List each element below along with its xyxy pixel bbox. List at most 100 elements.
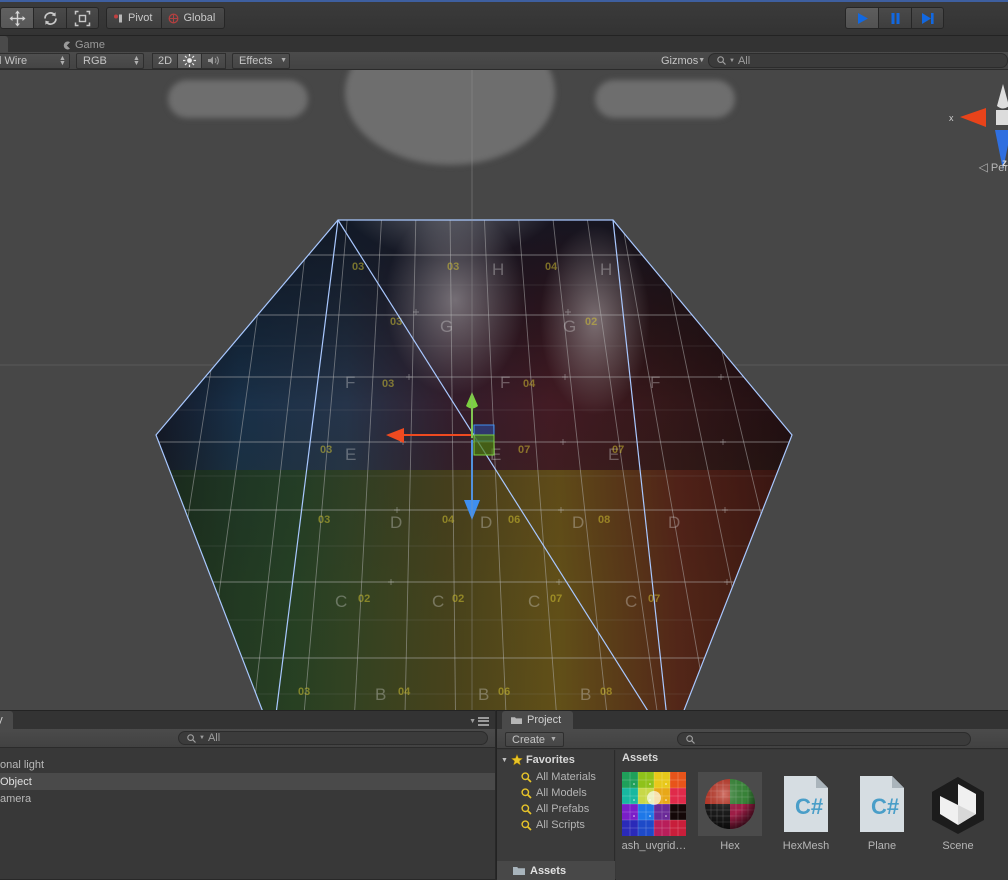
asset-item-scene[interactable]: Scene [926, 772, 990, 852]
favorites-header[interactable]: ▼ Favorites [501, 752, 575, 768]
svg-text:03: 03 [320, 444, 332, 456]
favorite-label-3: All Prefabs [536, 803, 589, 815]
chevron-down-icon-3: ▼ [469, 718, 476, 725]
create-button[interactable]: Create ▼ [505, 732, 564, 747]
scene-search-input[interactable]: ▼ All [708, 53, 1008, 68]
rect-transform-icon [74, 10, 91, 27]
rect-tool-button[interactable] [66, 7, 99, 29]
svg-text:F: F [345, 373, 355, 392]
favorite-label: All Materials [536, 771, 596, 783]
svg-text:C#: C# [795, 794, 823, 819]
svg-text:B: B [580, 685, 591, 704]
hierarchy-item-directional-light[interactable]: onal light [0, 756, 495, 773]
toggle-2d-label: 2D [158, 55, 172, 67]
tree-item-assets[interactable]: Assets [497, 861, 615, 880]
transform-tool-group [0, 7, 99, 29]
svg-text:07: 07 [612, 444, 624, 456]
project-assets-area[interactable]: Assets [616, 750, 1008, 880]
hierarchy-search-input[interactable]: ▼ All [178, 731, 488, 745]
chevron-down-icon-2: ▼ [698, 57, 705, 64]
svg-text:D: D [480, 513, 492, 532]
draw-mode-label: RGB [83, 55, 107, 67]
assets-tree-label: Assets [530, 865, 566, 877]
perspective-text: Per [991, 162, 1008, 174]
play-button[interactable] [845, 7, 878, 29]
asset-item-hexmesh[interactable]: C# HexMesh [774, 772, 838, 852]
svg-text:04: 04 [523, 378, 536, 390]
rotate-icon [42, 10, 59, 27]
svg-text:H: H [492, 260, 504, 279]
favorite-all-scripts[interactable]: All Scripts [521, 817, 585, 833]
asset-grid: ash_uvgrid… [622, 772, 990, 852]
svg-text:03: 03 [382, 378, 394, 390]
hierarchy-tab-row: rchy ▼ [0, 711, 495, 729]
svg-text:07: 07 [550, 593, 562, 605]
hamburger-icon [478, 715, 489, 727]
unity-scene-thumbnail [926, 772, 990, 836]
rotate-tool-button[interactable] [33, 7, 66, 29]
project-search-input[interactable] [677, 732, 971, 746]
favorite-label-2: All Models [536, 787, 587, 799]
asset-item-hex[interactable]: Hex [698, 772, 762, 852]
tab-project[interactable]: Project [502, 711, 573, 729]
tab-game-label: Game [75, 39, 105, 51]
star-icon [511, 754, 523, 766]
tab-hierarchy[interactable]: rchy [0, 711, 13, 729]
scene-search-text: All [738, 55, 750, 67]
search-icon [717, 56, 726, 65]
asset-item-uvgrid[interactable]: ash_uvgrid… [622, 772, 686, 852]
hierarchy-item-main-camera[interactable]: amera [0, 790, 495, 807]
gizmo-center-cube [996, 110, 1008, 125]
gizmo-y-cone [997, 84, 1008, 109]
hierarchy-options-menu[interactable]: ▼ [469, 715, 489, 727]
svg-text:D: D [572, 513, 584, 532]
favorite-all-prefabs[interactable]: All Prefabs [521, 801, 589, 817]
scene-view[interactable]: HH GG FFF EEE DDDD CCCC BBB 030304 0302 … [0, 70, 1008, 710]
triangle-down-icon: ▼ [501, 757, 508, 764]
pivot-button[interactable]: Pivot [106, 7, 161, 29]
favorites-label: Favorites [526, 754, 575, 766]
project-toolbar: Create ▼ [497, 729, 1008, 749]
favorite-all-materials[interactable]: All Materials [521, 769, 596, 785]
assets-header: Assets [622, 752, 658, 764]
chevron-updown-icon: ▲▼ [59, 56, 66, 66]
move-tool-button[interactable] [0, 7, 33, 29]
sun-icon [183, 54, 196, 67]
search-icon-yellow-4 [521, 820, 532, 831]
hierarchy-tab-label: rchy [0, 714, 3, 726]
pause-button[interactable] [878, 7, 911, 29]
svg-text:02: 02 [452, 593, 464, 605]
toggle-lighting-button[interactable] [178, 53, 202, 69]
svg-text:06: 06 [498, 686, 510, 698]
effects-dropdown[interactable]: Effects ▼ [232, 53, 290, 69]
shading-mode-dropdown[interactable]: l Wire ▲▼ [0, 53, 70, 69]
gizmos-label: Gizmos [661, 55, 698, 67]
asset-item-plane[interactable]: C# Plane [850, 772, 914, 852]
search-icon-3 [686, 735, 695, 744]
globe-icon [168, 13, 179, 24]
gizmo-x-label: x [949, 113, 954, 123]
global-button[interactable]: Global [161, 7, 225, 29]
perspective-label[interactable]: ◁ Per [979, 160, 1008, 174]
svg-text:03: 03 [318, 514, 330, 526]
draw-mode-dropdown[interactable]: RGB ▲▼ [76, 53, 144, 69]
hierarchy-panel: rchy ▼ ▼ All onal light Object amera [0, 710, 495, 879]
hierarchy-item-gameobject[interactable]: Object [0, 773, 495, 790]
pivot-group: Pivot Global [106, 7, 225, 29]
project-tab-label: Project [527, 714, 561, 726]
svg-text:D: D [668, 513, 680, 532]
hex-mesh: HH GG FFF EEE DDDD CCCC BBB 030304 0302 … [150, 120, 830, 710]
toggle-2d-button[interactable]: 2D [152, 53, 178, 69]
project-tree: ▼ Favorites All Materials All Models [497, 750, 615, 880]
svg-text:08: 08 [598, 514, 610, 526]
toggle-audio-button[interactable] [202, 53, 226, 69]
hierarchy-item-label: onal light [0, 759, 44, 771]
step-button[interactable] [911, 7, 944, 29]
svg-text:06: 06 [508, 514, 520, 526]
search-icon-yellow-2 [521, 788, 532, 799]
gizmos-dropdown[interactable]: Gizmos ▼ [655, 53, 703, 69]
folder-icon-2 [513, 866, 525, 876]
favorite-all-models[interactable]: All Models [521, 785, 587, 801]
search-icon-yellow [521, 772, 532, 783]
gizmo-x-cone [960, 108, 986, 127]
